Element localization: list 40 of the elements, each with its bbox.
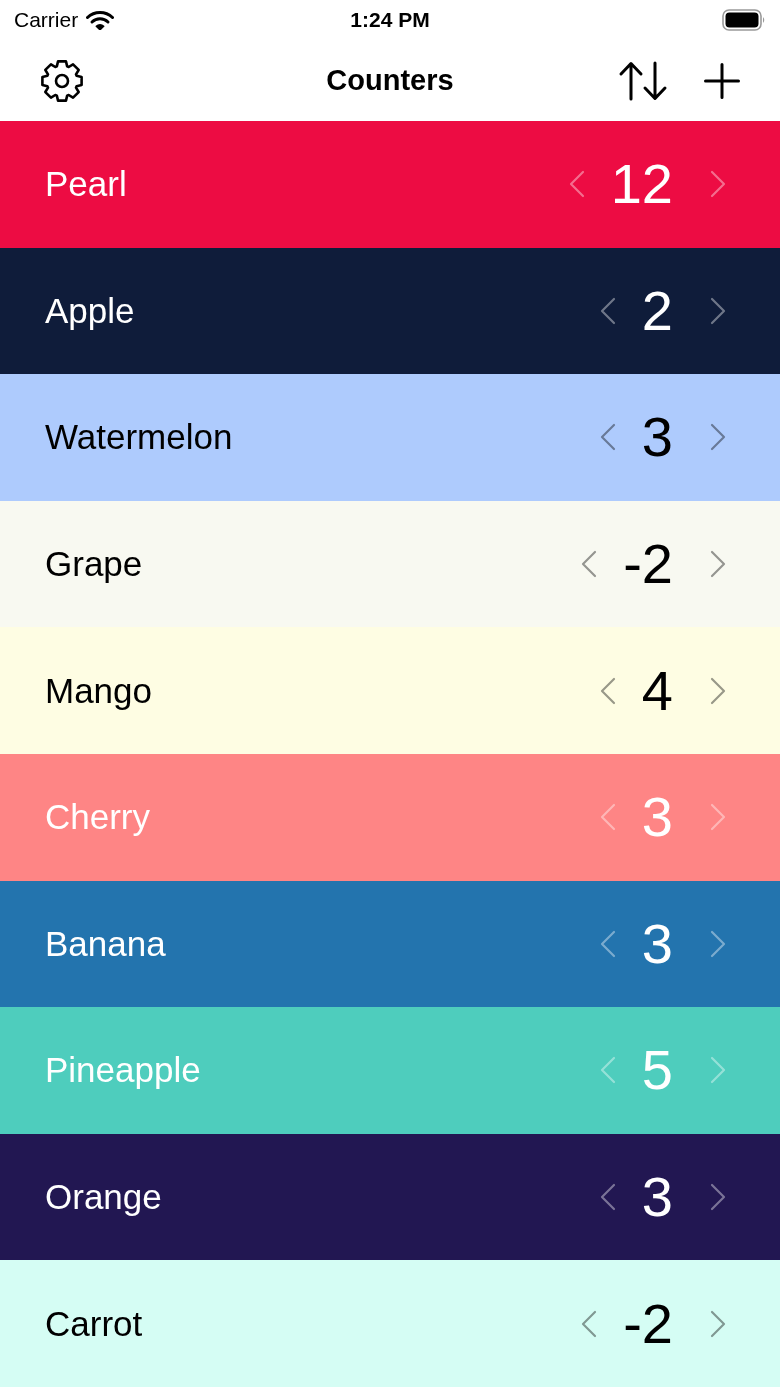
counter-row[interactable]: Watermelon 3 (0, 374, 780, 501)
counter-name: Watermelon (45, 417, 234, 458)
counter-value: 3 (641, 789, 673, 846)
counter-name: Mango (45, 670, 154, 711)
counter-name: Grape (45, 544, 144, 585)
counter-name: Cherry (45, 797, 152, 838)
battery-icon (722, 9, 766, 31)
wifi-icon (86, 10, 115, 30)
counter-value: -2 (623, 1295, 673, 1352)
counter-name: Carrot (45, 1303, 144, 1344)
chevron-left-icon[interactable] (581, 1309, 598, 1338)
screen-title: Counters (326, 64, 454, 97)
chevron-left-icon[interactable] (599, 676, 616, 705)
counter-row[interactable]: Mango 4 (0, 627, 780, 754)
counter-row[interactable]: Grape -2 (0, 500, 780, 628)
status-time: 1:24 PM (350, 8, 430, 32)
counter-name: Apple (45, 290, 136, 331)
counter-value: 3 (641, 915, 673, 972)
carrier-label: Carrier (14, 8, 79, 32)
counter-value: 4 (641, 662, 673, 719)
chevron-right-icon[interactable] (710, 550, 726, 579)
counter-name: Pineapple (45, 1050, 202, 1091)
counter-row[interactable]: Carrot -2 (0, 1260, 780, 1387)
chevron-right-icon[interactable] (710, 1309, 726, 1338)
sort-icon[interactable] (618, 60, 668, 101)
counter-value: 3 (641, 409, 673, 466)
counter-name: Banana (45, 923, 167, 964)
counter-name: Orange (45, 1177, 163, 1218)
chevron-left-icon[interactable] (599, 423, 616, 452)
counter-name: Pearl (45, 164, 128, 205)
counter-value: 5 (641, 1042, 673, 1099)
chevron-left-icon[interactable] (581, 550, 598, 579)
add-icon[interactable] (704, 62, 740, 99)
chevron-right-icon[interactable] (710, 423, 726, 452)
counter-value: -2 (623, 536, 673, 593)
counter-value: 12 (610, 156, 673, 213)
counter-value: 3 (641, 1169, 673, 1226)
settings-icon[interactable] (40, 58, 84, 103)
counter-value: 2 (641, 282, 673, 339)
chevron-right-icon[interactable] (710, 676, 726, 705)
